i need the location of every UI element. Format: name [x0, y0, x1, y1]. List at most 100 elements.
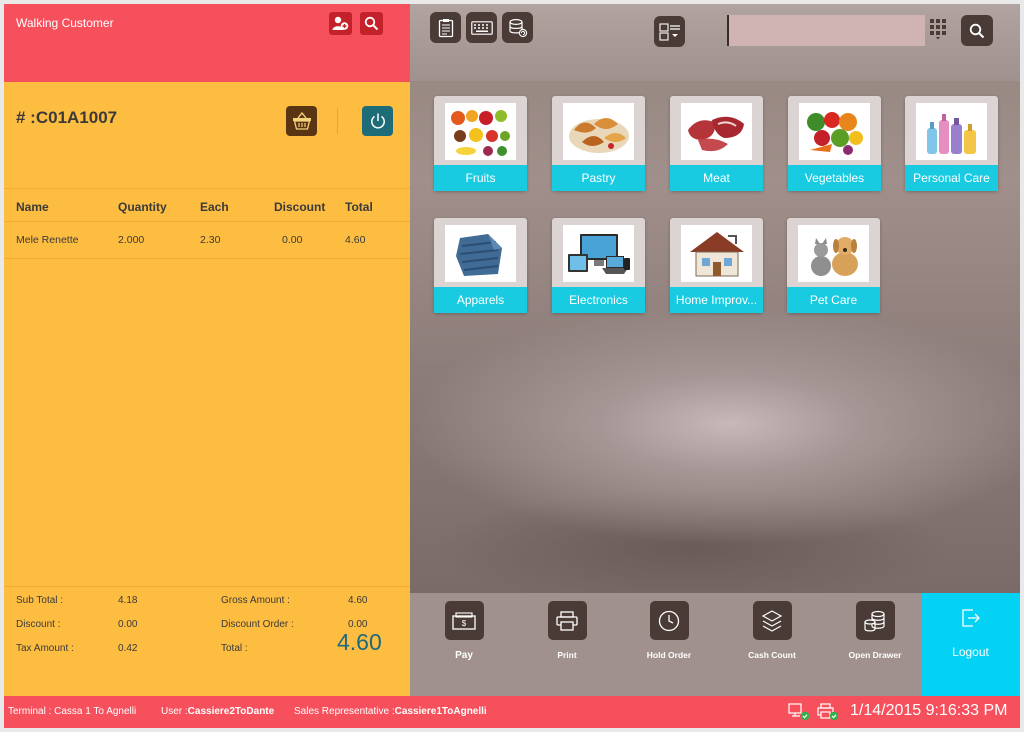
- open-drawer-button[interactable]: Open Drawer: [830, 601, 920, 660]
- col-total: Total: [345, 200, 373, 214]
- category-label: Electronics: [552, 287, 645, 313]
- gross-value: 4.60: [348, 595, 368, 606]
- tax-value: 0.42: [118, 643, 138, 654]
- category-label: Fruits: [434, 165, 527, 191]
- add-user-icon: [332, 16, 349, 30]
- search-customer-button[interactable]: [360, 12, 383, 35]
- tax-label: Tax Amount :: [16, 643, 74, 654]
- hold-order-button[interactable]: Hold Order: [624, 601, 714, 660]
- category-tile-pet-care[interactable]: Pet Care: [787, 218, 880, 313]
- add-customer-button[interactable]: [329, 12, 352, 35]
- terminal-info: Terminal : Cassa 1 To Agnelli: [8, 706, 136, 717]
- row-name: Mele Renette: [16, 234, 79, 246]
- row-total: 4.60: [345, 234, 366, 246]
- printer-icon: [547, 601, 587, 640]
- category-tile-fruits[interactable]: Fruits: [434, 96, 527, 191]
- total-value: 4.60: [337, 629, 382, 655]
- category-tile-meat[interactable]: Meat: [670, 96, 763, 191]
- cash-count-label: Cash Count: [748, 650, 796, 660]
- view-toggle-button[interactable]: [654, 16, 685, 47]
- keyboard-icon: [470, 20, 493, 35]
- power-icon: [370, 113, 385, 129]
- clipboard-icon: [438, 18, 453, 37]
- catalog-area: Fruits Pastry Meat Vegetables Personal C…: [410, 4, 1020, 593]
- category-label: Meat: [670, 165, 763, 191]
- clock-display: 1/14/2015 9:16:33 PM: [850, 702, 1008, 719]
- row-discount: 0.00: [282, 234, 303, 246]
- category-label: Vegetables: [788, 165, 881, 191]
- category-label: Pastry: [552, 165, 645, 191]
- gross-label: Gross Amount :: [221, 595, 290, 606]
- svg-text:$: $: [462, 619, 467, 628]
- sales-rep-label: Sales Representative :: [294, 706, 395, 717]
- logout-label: Logout: [952, 645, 989, 659]
- status-bar: Terminal : Cassa 1 To Agnelli User :Cass…: [4, 696, 1020, 728]
- user-label: User :: [161, 706, 188, 717]
- keyboard-button[interactable]: [466, 12, 497, 43]
- total-label: Total :: [221, 643, 248, 654]
- layout-toggle-icon: [658, 22, 680, 41]
- action-bar: $ Pay Print Hold Order Cash Count Open D…: [410, 593, 921, 696]
- printer-status-icon: [817, 703, 839, 721]
- category-tile-home-improvement[interactable]: Home Improv...: [670, 218, 763, 313]
- product-search-input[interactable]: [727, 15, 925, 46]
- category-tile-personal-care[interactable]: Personal Care: [905, 96, 998, 191]
- logout-button[interactable]: Logout: [921, 593, 1020, 696]
- category-label: Personal Care: [905, 165, 998, 191]
- col-discount: Discount: [274, 200, 326, 214]
- logout-icon: [962, 609, 980, 627]
- barcode-grid-button[interactable]: [928, 17, 950, 41]
- customer-header: Walking Customer: [4, 4, 410, 82]
- pastry-image: [563, 103, 634, 160]
- row-each: 2.30: [200, 234, 221, 246]
- basket-button[interactable]: [286, 106, 317, 136]
- pet-care-image: [798, 225, 869, 282]
- hold-order-label: Hold Order: [646, 650, 692, 660]
- home-improvement-image: [681, 225, 752, 282]
- sales-rep-info: Sales Representative :Cassiere1ToAgnelli: [294, 706, 487, 717]
- print-label: Print: [557, 650, 577, 660]
- electronics-image: [563, 225, 634, 282]
- category-tile-pastry[interactable]: Pastry: [552, 96, 645, 191]
- network-status-icon: [788, 703, 810, 721]
- personal-care-image: [916, 103, 987, 160]
- category-tile-vegetables[interactable]: Vegetables: [788, 96, 881, 191]
- pay-icon: $: [444, 601, 484, 640]
- order-number: # :C01A1007: [16, 108, 118, 127]
- discount-order-label: Discount Order :: [221, 619, 294, 630]
- user-value: Cassiere2ToDante: [187, 706, 275, 717]
- discount-label: Discount :: [16, 619, 61, 630]
- category-label: Pet Care: [787, 287, 880, 313]
- cash-count-button[interactable]: Cash Count: [727, 601, 817, 660]
- orders-list-button[interactable]: [430, 12, 461, 43]
- row-quantity: 2.000: [118, 234, 145, 246]
- grid-menu-icon: [930, 19, 946, 40]
- order-summary: Sub Total : 4.18 Discount : 0.00 Tax Amo…: [4, 586, 410, 696]
- coins-icon: [855, 601, 895, 640]
- category-tile-electronics[interactable]: Electronics: [552, 218, 645, 313]
- print-button[interactable]: Print: [522, 601, 612, 660]
- col-quantity: Quantity: [118, 200, 167, 214]
- meat-image: [681, 103, 752, 160]
- product-search-button[interactable]: [961, 15, 993, 46]
- category-tile-apparels[interactable]: Apparels: [434, 218, 527, 313]
- category-label: Home Improv...: [670, 287, 763, 313]
- open-drawer-label: Open Drawer: [848, 650, 902, 660]
- fruits-image: [445, 103, 516, 160]
- user-info: User :Cassiere2ToDante: [161, 706, 274, 717]
- customer-name[interactable]: Walking Customer: [16, 16, 114, 30]
- search-icon: [969, 23, 985, 38]
- category-label: Apparels: [434, 287, 527, 313]
- pay-button[interactable]: $ Pay: [419, 601, 509, 661]
- subtotal-label: Sub Total :: [16, 595, 64, 606]
- apparels-image: [445, 225, 516, 282]
- catalog-toolbar: [410, 4, 1020, 81]
- database-sync-button[interactable]: [502, 12, 533, 43]
- divider: [337, 108, 338, 134]
- discount-value: 0.00: [118, 619, 138, 630]
- clock-icon: [649, 601, 689, 640]
- table-row[interactable]: Mele Renette 2.000 2.30 0.00 4.60: [4, 222, 410, 259]
- power-button[interactable]: [362, 106, 393, 136]
- order-panel: # :C01A1007 Name Quantity Each Discount …: [4, 82, 410, 591]
- terminal-value: Cassa 1 To Agnelli: [54, 706, 137, 717]
